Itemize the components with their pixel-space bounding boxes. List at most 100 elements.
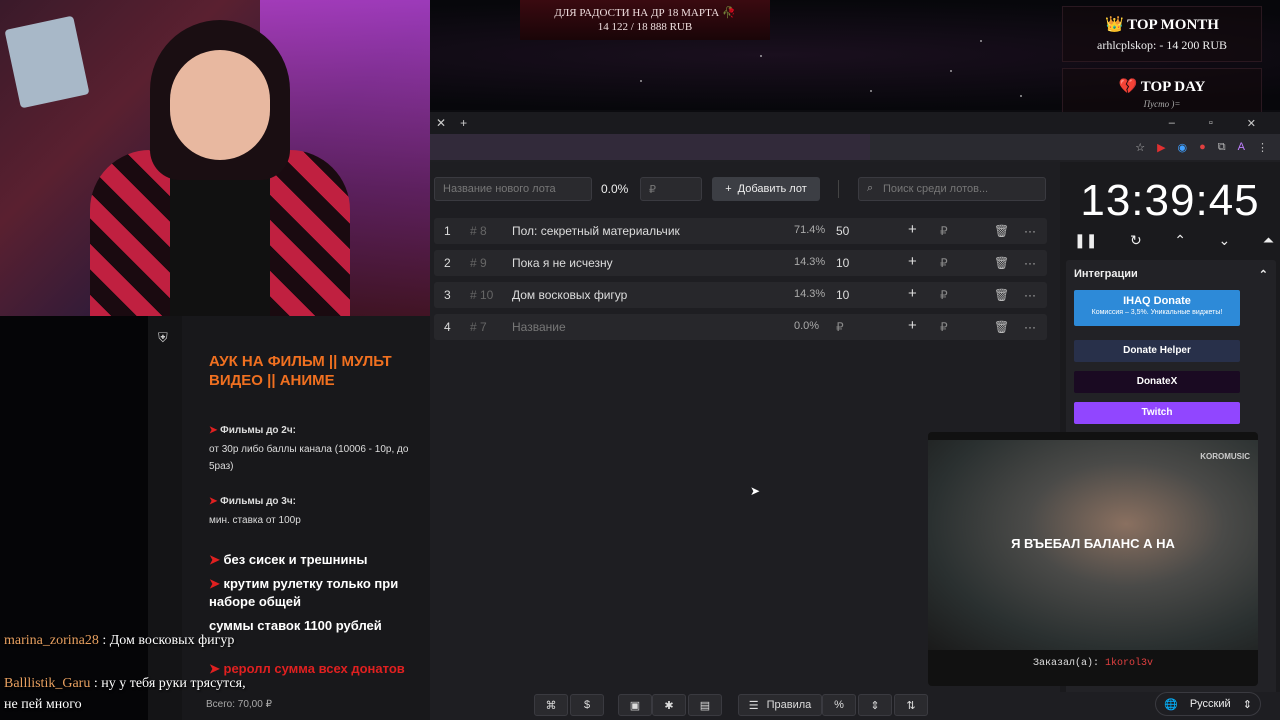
extension-red-icon[interactable]: ● <box>1199 141 1206 153</box>
stream-description: ⛨ АУК НА ФИЛЬМ || МУЛЬТ ВИДЕО || АНИМЕ ➤… <box>148 316 430 720</box>
chat-background <box>0 316 148 720</box>
browser-menu-icon[interactable]: ⋮ <box>1257 141 1268 154</box>
lot-row[interactable]: 3 # 10 Дом восковых фигур 14.3% 10 + ₽ 🗑… <box>434 282 1047 308</box>
bug-icon[interactable]: ✱ <box>652 694 686 716</box>
new-tab-button[interactable]: + <box>460 116 467 130</box>
ordered-user: 1korol3v <box>1105 658 1154 669</box>
lot-id: # 9 <box>470 256 487 270</box>
description-title: АУК НА ФИЛЬМ || МУЛЬТ ВИДЕО || АНИМЕ <box>209 353 392 389</box>
select-arrow-icon: ⇕ <box>1242 698 1252 711</box>
add-lot-button[interactable]: + Добавить лот <box>712 177 820 201</box>
lot-percent: 14.3% <box>794 256 826 268</box>
top-day-widget: 💔 TOP DAY Пусто )= <box>1062 68 1262 114</box>
address-bar: ☆ ▶ ◉ ● ⧉ A ⋮ <box>430 134 1280 160</box>
top-month-value: arhlcplskop: - 14 200 RUB <box>1097 38 1227 52</box>
language-select[interactable]: 🌐 Русский ⇕ <box>1155 692 1261 716</box>
lot-search-input[interactable]: ⌕ Поиск среди лотов... <box>858 177 1046 201</box>
trash-icon[interactable]: 🗑 <box>994 288 1009 302</box>
donatex-button[interactable]: DonateX <box>1074 371 1240 393</box>
lot-name[interactable]: Название <box>512 320 566 334</box>
increase-icon[interactable]: ⌃ <box>1174 232 1186 249</box>
reset-icon[interactable]: ↻ <box>1130 232 1142 249</box>
profile-avatar-icon[interactable]: A <box>1238 141 1245 153</box>
add-amount-icon[interactable]: + <box>908 253 917 270</box>
add-amount-icon[interactable]: + <box>908 221 917 238</box>
extension-youtube-icon[interactable]: ▶ <box>1157 141 1165 154</box>
double-up-icon[interactable]: ⏶ <box>1263 232 1274 249</box>
tab-bar: ✕ + – ▫ ✕ <box>430 112 1280 134</box>
lot-amount[interactable]: 10 <box>836 288 849 302</box>
currency-icon: ₽ <box>940 256 948 270</box>
new-lot-percent: 0.0% <box>601 182 629 196</box>
currency-icon: ₽ <box>940 320 948 334</box>
chevron-up-icon[interactable]: ⌃ <box>1259 268 1268 281</box>
tab-close-icon[interactable]: ✕ <box>436 116 446 130</box>
add-amount-icon[interactable]: + <box>908 317 917 334</box>
lot-id: # 10 <box>470 288 494 302</box>
lot-row[interactable]: 1 # 8 Пол: секретный материальчик 71.4% … <box>434 218 1047 244</box>
chat-username[interactable]: Balllistik_Garu <box>4 676 90 691</box>
chat-message: marina_zorina28 : Дом восковых фигур <box>4 633 235 648</box>
mouse-cursor-icon: ➤ <box>750 484 761 498</box>
ihaq-donate-button[interactable]: IHAQ Donate Комиссия – 3,5%. Уникальные … <box>1074 290 1240 326</box>
search-placeholder: Поиск среди лотов... <box>883 183 989 195</box>
github-icon[interactable]: ⌘ <box>534 694 568 716</box>
add-amount-icon[interactable]: + <box>908 285 917 302</box>
rule-1: без сисек и трешнины <box>223 552 368 567</box>
twitch-button[interactable]: Twitch <box>1074 402 1240 424</box>
lot-name[interactable]: Дом восковых фигур <box>512 288 627 302</box>
lot-percent: 14.3% <box>794 288 826 300</box>
more-icon[interactable]: ··· <box>1024 288 1036 302</box>
chat-username[interactable]: marina_zorina28 <box>4 633 99 648</box>
streamer-shirt <box>170 170 270 316</box>
total-amount: Всего: 70,00 ₽ <box>206 699 272 710</box>
donate-helper-button[interactable]: Donate Helper <box>1074 340 1240 362</box>
split-icon[interactable]: ⇕ <box>858 694 892 716</box>
lot-amount[interactable]: 50 <box>836 224 849 238</box>
streamer-face <box>170 50 270 160</box>
decrease-icon[interactable]: ⌄ <box>1219 232 1231 249</box>
pause-icon[interactable]: ❚❚ <box>1074 232 1097 249</box>
lot-row[interactable]: 2 # 9 Пока я не исчезну 14.3% 10 + ₽ 🗑 ·… <box>434 250 1047 276</box>
history-icon[interactable]: ▤ <box>688 694 722 716</box>
lot-id: # 8 <box>470 224 487 238</box>
extension-audio-icon[interactable]: ◉ <box>1178 141 1188 154</box>
trash-icon[interactable]: 🗑 <box>994 224 1009 238</box>
top-month-widget: 👑 TOP MONTH arhlcplskop: - 14 200 RUB <box>1062 6 1262 62</box>
lot-name-input[interactable]: Название нового лота <box>434 177 592 201</box>
more-icon[interactable]: ··· <box>1024 320 1036 334</box>
video-caption: Я ВЪЕБАЛ БАЛАНС А НА <box>1011 536 1175 551</box>
ihaq-title: IHAQ Donate <box>1123 295 1191 307</box>
lot-amount[interactable]: 10 <box>836 256 849 270</box>
lot-amount-input[interactable]: ₽ <box>640 177 702 201</box>
trash-icon[interactable]: 🗑 <box>994 320 1009 334</box>
lot-name[interactable]: Пока я не исчезну <box>512 256 613 270</box>
dollar-icon[interactable]: $ <box>570 694 604 716</box>
webcam-feed <box>0 0 430 316</box>
minimize-button[interactable]: – <box>1169 117 1175 130</box>
url-field[interactable] <box>430 134 870 160</box>
more-icon[interactable]: ··· <box>1024 224 1036 238</box>
arrow-icon: ➤ <box>209 425 221 436</box>
goal-title: ДЛЯ РАДОСТИ НА ДР 18 МАРТА 🥀 <box>554 7 736 19</box>
lot-amount[interactable]: ₽ <box>836 320 844 334</box>
bookmark-star-icon[interactable]: ☆ <box>1135 141 1145 154</box>
lot-number: 3 <box>444 288 451 302</box>
currency-icon: ₽ <box>940 224 948 238</box>
save-icon[interactable]: ▣ <box>618 694 652 716</box>
more-icon[interactable]: ··· <box>1024 256 1036 270</box>
percent-toggle[interactable]: % <box>822 694 856 716</box>
shield-icon[interactable]: ⛨ <box>158 330 168 346</box>
trash-icon[interactable]: 🗑 <box>994 256 1009 270</box>
lot-id: # 7 <box>470 320 487 334</box>
extensions-puzzle-icon[interactable]: ⧉ <box>1218 141 1226 154</box>
timer-controls: ❚❚ ↻ ⌃ ⌄ ⏶ <box>1074 232 1274 249</box>
maximize-button[interactable]: ▫ <box>1209 117 1213 130</box>
window-close-button[interactable]: ✕ <box>1247 117 1256 130</box>
lot-name[interactable]: Пол: секретный материальчик <box>512 224 680 238</box>
lot-row[interactable]: 4 # 7 Название 0.0% ₽ + ₽ 🗑 ··· <box>434 314 1047 340</box>
video-watermark: KOROMUSIC <box>1200 452 1250 461</box>
rules-button[interactable]: ☰ Правила <box>738 694 822 716</box>
lot-number: 4 <box>444 320 451 334</box>
sort-icon[interactable]: ⇅ <box>894 694 928 716</box>
